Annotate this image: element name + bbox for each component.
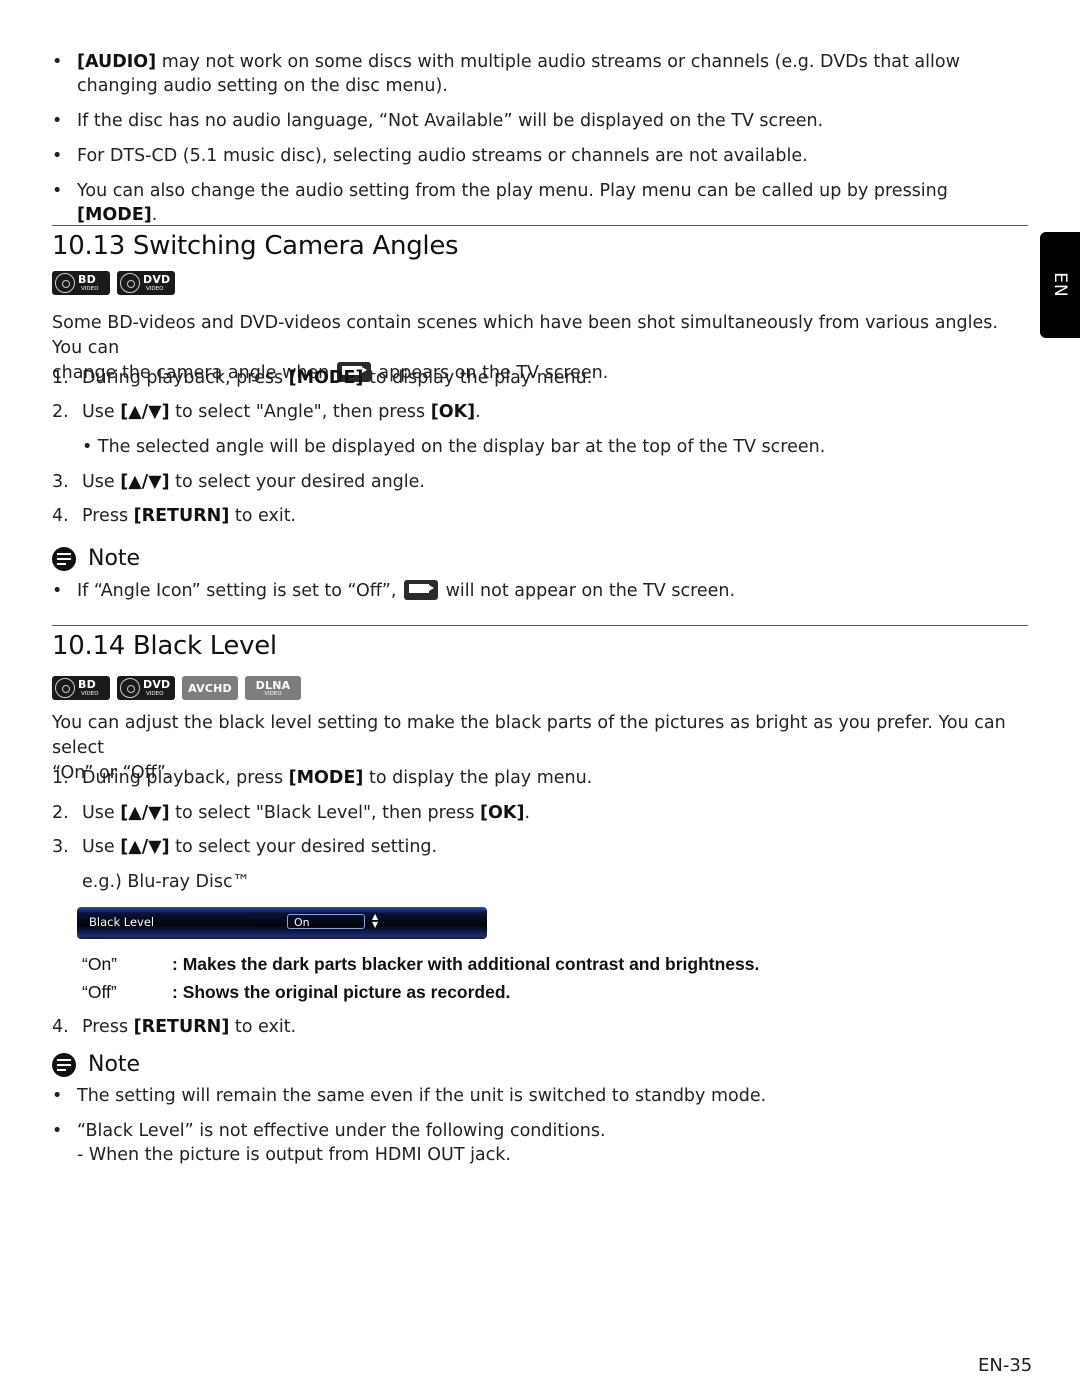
key-audio: [AUDIO] xyxy=(77,52,157,72)
dvd-video-badge: DVD VIDEO xyxy=(117,271,175,295)
section-divider xyxy=(52,625,1028,626)
disc-icon xyxy=(55,273,75,293)
dvd-video-badge: DVD VIDEO xyxy=(117,676,175,700)
key-up-down: [▲/▼] xyxy=(120,803,170,823)
media-badges: BD VIDEO DVD VIDEO xyxy=(52,271,175,295)
key-up-down: [▲/▼] xyxy=(120,472,170,492)
key-ok: [OK] xyxy=(430,402,476,422)
osd-value-field: On xyxy=(287,914,365,929)
note-icon xyxy=(52,546,76,571)
page-number: EN-35 xyxy=(978,1355,1033,1376)
bullet-dot: • xyxy=(52,52,63,72)
note-heading: Note xyxy=(52,1052,140,1077)
section-title-camera-angles: 10.13 Switching Camera Angles xyxy=(52,231,459,261)
disc-icon xyxy=(120,273,140,293)
media-badges: BD VIDEO DVD VIDEO AVCHD DLNA VIDEO xyxy=(52,676,301,700)
bd-video-badge: BD VIDEO xyxy=(52,676,110,700)
bullet-text: If the disc has no audio language, “Not … xyxy=(77,111,824,131)
key-mode: [MODE] xyxy=(77,205,152,225)
bullet-text: You can also change the audio setting fr… xyxy=(77,181,948,201)
disc-icon xyxy=(55,678,75,698)
black-level-osd-bar: Black Level On ▲ ▼ xyxy=(77,907,487,937)
bd-video-badge: BD VIDEO xyxy=(52,271,110,295)
camera-angle-icon xyxy=(404,580,439,600)
language-tab: EN xyxy=(1040,232,1080,338)
note-heading: Note xyxy=(52,546,140,571)
section-title-black-level: 10.14 Black Level xyxy=(52,631,277,661)
key-up-down: [▲/▼] xyxy=(120,402,170,422)
key-ok: [OK] xyxy=(480,803,525,823)
dlna-video-badge: DLNA VIDEO xyxy=(245,676,301,700)
up-down-arrows-icon: ▲ ▼ xyxy=(372,912,379,929)
bullet-text: For DTS-CD (5.1 music disc), selecting a… xyxy=(77,146,808,166)
key-mode: [MODE] xyxy=(288,768,364,788)
key-up-down: [▲/▼] xyxy=(120,837,170,857)
avchd-badge: AVCHD xyxy=(182,676,238,700)
key-return: [RETURN] xyxy=(133,506,230,526)
bullet-text: may not work on some discs with multiple… xyxy=(77,52,960,96)
osd-label: Black Level xyxy=(89,915,155,929)
key-mode: [MODE] xyxy=(288,368,364,388)
note-icon xyxy=(52,1052,76,1077)
section-divider xyxy=(52,225,1028,226)
key-return: [RETURN] xyxy=(133,1017,230,1037)
disc-icon xyxy=(120,678,140,698)
